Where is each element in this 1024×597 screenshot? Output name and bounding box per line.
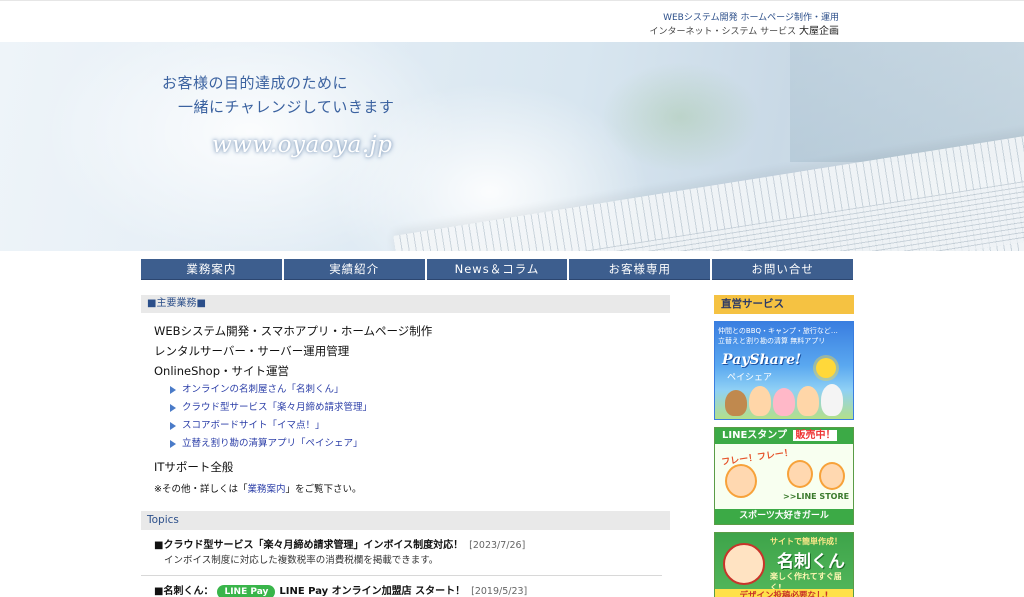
kid-character-icon: [797, 386, 819, 416]
payshare-caption-line1: 仲間とのBBQ・キャンプ・旅行など…: [718, 327, 838, 335]
kid-character-icon: [749, 386, 771, 416]
arrow-right-icon: [169, 403, 178, 413]
header-tagline: WEBシステム開発 ホームページ制作・運用 インターネット・システム サービス …: [650, 11, 839, 39]
hero-headline-line1: お客様の目的達成のために: [162, 74, 349, 92]
topic-title[interactable]: ■クラウド型サービス「楽々月締め請求管理」インボイス制度対応！ [2023/7/…: [154, 538, 662, 553]
topic-body: インボイス制度に対応した複数税率の消費税欄を掲載できます。: [164, 555, 439, 566]
hero-headline-line2: 一緒にチャレンジしていきます: [178, 98, 395, 116]
services-note: ※その他・詳しくは「業務案内」をご覧下さい。: [141, 481, 670, 499]
line-store-link: >>LINE STORE: [783, 492, 850, 501]
service-item: OnlineShop・サイト運営: [154, 364, 290, 378]
main-nav: 業務案内 実績紹介 News＆コラム お客様専用 お問い合せ: [141, 259, 853, 280]
meishikun-small-text: サイトで簡単作成！: [770, 537, 842, 546]
topic-title-suffix[interactable]: LINE Pay オンライン加盟店 スタート！: [279, 584, 465, 597]
line-stamp-banner[interactable]: LINEスタンプ 販売中！ フレー！フレー！ >>LINE STORE スポーツ…: [714, 427, 854, 525]
on-sale-badge: 販売中！: [793, 430, 838, 441]
girl-character-icon: [819, 462, 845, 490]
payshare-caption-line2: 立替えと割り勘の清算 無料アプリ: [718, 337, 826, 345]
cheer-text: フレー！フレー！: [720, 448, 794, 468]
sun-icon: [816, 358, 836, 378]
payshare-logo: PayShare!: [722, 352, 802, 368]
meishikun-footer: デザイン投稿必要なし!: [715, 589, 853, 597]
payshare-banner[interactable]: 仲間とのBBQ・キャンプ・旅行など… 立替えと割り勘の清算 無料アプリ PayS…: [714, 321, 854, 420]
line-stamp-footer: スポーツ大好きガール: [715, 509, 853, 524]
note-suffix: 」をご覧下さい。: [285, 484, 362, 495]
line-stamp-title: LINEスタンプ: [722, 430, 787, 441]
topic-title-prefix[interactable]: ■名刺くん：: [154, 584, 213, 597]
sub-link-scoreboard[interactable]: スコアボードサイト「イマ点！」: [154, 417, 670, 435]
sidebar-heading: 直営サービス: [714, 295, 854, 314]
bear-character-icon: [725, 390, 747, 416]
note-prefix: ※その他・詳しくは「: [154, 484, 248, 495]
line-pay-badge: LINE Pay: [217, 584, 276, 597]
sub-link-label[interactable]: オンラインの名刺屋さん「名刺くん」: [182, 381, 344, 399]
top-header: WEBシステム開発 ホームページ制作・運用 インターネット・システム サービス …: [0, 0, 1024, 42]
meishikun-banner[interactable]: サイトで簡単作成！ 名刺くん 楽しく作れてすぐ届く! デザイン投稿必要なし!: [714, 532, 854, 597]
sub-link-billing[interactable]: クラウド型サービス「楽々月締め請求管理」: [154, 399, 670, 417]
sub-link-label[interactable]: スコアボードサイト「イマ点！」: [182, 417, 325, 435]
arrow-right-icon: [169, 439, 178, 449]
hero-plant-image: [600, 62, 760, 172]
nav-services[interactable]: 業務案内: [141, 259, 282, 280]
services-guide-link[interactable]: 業務案内: [247, 484, 285, 495]
tagline-line2: インターネット・システム サービス 大屋企画: [650, 25, 839, 39]
topic-item: ■クラウド型サービス「楽々月締め請求管理」インボイス制度対応！ [2023/7/…: [141, 530, 662, 576]
hero-site-url: www.oyaoya.jp: [212, 132, 393, 158]
nav-customers[interactable]: お客様専用: [569, 259, 711, 280]
payshare-caption: 仲間とのBBQ・キャンプ・旅行など… 立替えと割り勘の清算 無料アプリ: [718, 326, 838, 346]
sub-link-label[interactable]: クラウド型サービス「楽々月締め請求管理」: [182, 399, 372, 417]
sub-link-meishikun[interactable]: オンラインの名刺屋さん「名刺くん」: [154, 381, 670, 399]
topic-date: [2019/5/23]: [471, 586, 528, 597]
arrow-right-icon: [169, 385, 178, 395]
line-stamp-header: LINEスタンプ 販売中！: [715, 428, 853, 444]
meishikun-mascot-icon: [723, 543, 765, 585]
main-content: ■主要業務■ WEBシステム開発・スマホアプリ・ホームページ制作 レンタルサーバ…: [141, 295, 670, 597]
girl-character-icon: [787, 460, 813, 488]
arrow-right-icon: [169, 421, 178, 431]
payshare-characters-illustration: [723, 382, 848, 416]
service-item: ITサポート全般: [154, 460, 234, 474]
tagline-line2-text: インターネット・システム サービス: [649, 27, 797, 37]
tagline-line1: WEBシステム開発 ホームページ制作・運用: [663, 13, 839, 23]
topic-date: [2023/7/26]: [469, 540, 526, 551]
sub-link-label[interactable]: 立替え割り勘の清算アプリ「ペイシェア」: [182, 435, 363, 453]
topic-title[interactable]: ■名刺くん： LINE Pay LINE Pay オンライン加盟店 スタート！ …: [154, 584, 662, 597]
nav-news-column[interactable]: News＆コラム: [426, 259, 568, 280]
kid-character-icon: [773, 388, 795, 416]
topic-title-text[interactable]: ■クラウド型サービス「楽々月締め請求管理」インボイス制度対応！: [154, 538, 463, 553]
service-item: WEBシステム開発・スマホアプリ・ホームページ制作: [154, 324, 433, 338]
topic-item: ■名刺くん： LINE Pay LINE Pay オンライン加盟店 スタート！ …: [141, 576, 662, 597]
girl-character-icon: [725, 464, 757, 498]
services-list: WEBシステム開発・スマホアプリ・ホームページ制作 レンタルサーバー・サーバー運…: [141, 313, 670, 477]
service-item: レンタルサーバー・サーバー運用管理: [154, 344, 350, 358]
sidebar: 直営サービス 仲間とのBBQ・キャンプ・旅行など… 立替えと割り勘の清算 無料ア…: [714, 295, 854, 597]
meishikun-title: 名刺くん: [777, 552, 845, 572]
rabbit-character-icon: [821, 384, 843, 416]
company-brand[interactable]: 大屋企画: [799, 26, 839, 37]
hero-banner: お客様の目的達成のために 一緒にチャレンジしていきます www.oyaoya.j…: [0, 42, 1024, 251]
nav-works[interactable]: 実績紹介: [283, 259, 425, 280]
services-heading: ■主要業務■: [141, 295, 670, 313]
topics-heading: Topics: [141, 511, 670, 530]
sub-link-payshare[interactable]: 立替え割り勘の清算アプリ「ペイシェア」: [154, 435, 670, 453]
nav-contact[interactable]: お問い合せ: [712, 259, 853, 280]
